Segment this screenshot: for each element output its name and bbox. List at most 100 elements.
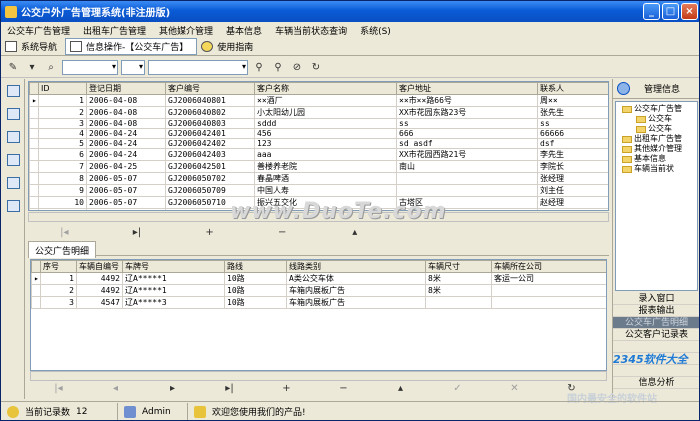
nav-button[interactable]: −	[246, 227, 319, 238]
row-indicator	[29, 128, 39, 139]
dropdown-arrow-icon[interactable]: ▾	[24, 60, 40, 75]
panel-button[interactable]: 报表输出	[613, 305, 699, 317]
table-row[interactable]: 6 2006-04-24 GJ2006042403 aaa XX市花园西路21号 李先生	[29, 148, 608, 161]
column-header[interactable]: ID	[38, 82, 87, 95]
panel-button[interactable]: 录入窗口	[613, 293, 699, 305]
scissors-icon[interactable]	[7, 108, 20, 120]
table-row[interactable]: 9 2006-05-07 GJ2006050709 中国人寿 刘主任	[29, 184, 608, 197]
menu-bus-ads[interactable]: 公交车广告管理	[1, 22, 77, 37]
ad-detail-grid[interactable]: 序号 车辆自编号 车牌号 路线 线路类别 车辆尺寸 车辆所在公司 ▸ 1 4492 辽A*****…	[30, 259, 607, 371]
tree-item-label: 公交车	[648, 124, 672, 133]
tree-item-label: 其他媒介管理	[634, 144, 682, 153]
nav-button[interactable]: |◂	[28, 227, 101, 238]
excel-icon[interactable]	[7, 177, 20, 189]
field-select[interactable]	[62, 59, 118, 75]
management-tree[interactable]: 公交车广告管 公交车 公交车 出租车广告管 其他媒介管理 基本信息 车辆当前状	[615, 101, 698, 291]
menu-vehicle-status[interactable]: 车辆当前状态查询	[269, 22, 354, 37]
find-next-icon[interactable]: ⚲	[270, 60, 286, 75]
tree-item[interactable]: 车辆当前状	[618, 164, 695, 174]
menu-system[interactable]: 系统(S)	[354, 22, 398, 37]
column-header[interactable]: 联系人	[537, 82, 608, 95]
nav-button[interactable]: ◂	[87, 383, 144, 394]
maximize-button[interactable]: □	[662, 3, 679, 20]
column-header[interactable]: 序号	[40, 260, 77, 273]
document-icon[interactable]	[7, 131, 20, 143]
table-row[interactable]: 2 4492 辽A*****1 10路 车箱内展板广告 8米	[31, 284, 606, 297]
tree-item[interactable]: 公交车	[618, 114, 695, 124]
column-header[interactable]: 客户地址	[396, 82, 538, 95]
tree-item[interactable]: 其他媒介管理	[618, 144, 695, 154]
tab-bus-ad-detail[interactable]: 公交广告明细	[28, 241, 97, 258]
column-header[interactable]: 客户编号	[165, 82, 255, 95]
nav-icon	[5, 40, 17, 52]
table-row[interactable]: ▸ 1 4492 辽A*****1 10路 A类公交车体 8米 客运一公司	[31, 272, 606, 285]
nav-button[interactable]: |◂	[30, 383, 87, 394]
tree-item[interactable]: 公交车广告管	[618, 104, 695, 114]
menu-basic-info[interactable]: 基本信息	[220, 22, 269, 37]
tab-system-nav[interactable]: 系统导航	[1, 38, 65, 55]
nav-button[interactable]: ▸|	[101, 227, 174, 238]
table-row[interactable]: 3 2006-04-08 GJ2006040803 sddd ss ss	[29, 118, 608, 129]
back-icon[interactable]	[617, 82, 630, 95]
nav-button[interactable]: ▸	[144, 383, 201, 394]
column-header[interactable]: 车辆自编号	[76, 260, 123, 273]
column-header[interactable]: 车牌号	[122, 260, 225, 273]
table-row[interactable]: 3 4547 辽A*****3 10路 车箱内展板广告	[31, 296, 606, 309]
table-cell: 4492	[76, 284, 123, 297]
table-row[interactable]: ▸ 1 2006-04-08 GJ2006040801 ××酒厂 ××市××路66号 周××	[29, 94, 608, 107]
column-header[interactable]: 路线	[224, 260, 287, 273]
tab-info-operation[interactable]: 信息操作-【公交车广告】	[65, 37, 198, 55]
find-icon[interactable]: ⚲	[251, 60, 267, 75]
value-select[interactable]	[148, 59, 248, 75]
column-header[interactable]: 车辆尺寸	[425, 260, 492, 273]
user-icon	[124, 405, 136, 418]
pencil-icon[interactable]: ✎	[5, 60, 21, 75]
nav-button[interactable]: +	[258, 383, 315, 394]
table-row[interactable]: 7 2006-04-25 GJ2006042501 善楼养老院 南山 李院长	[29, 160, 608, 173]
tree-item[interactable]: 公交车	[618, 124, 695, 134]
operator-select[interactable]	[121, 59, 145, 75]
table-cell: 中国人寿	[254, 184, 397, 197]
nav-button[interactable]: ▴	[319, 227, 392, 238]
table-cell: 8	[38, 172, 87, 185]
nav-button[interactable]: ▴	[372, 383, 429, 394]
table-row[interactable]: 4 2006-04-24 GJ2006042401 456 666 66666	[29, 128, 608, 139]
panel-button[interactable]: 信息分析	[613, 377, 699, 389]
column-header[interactable]: 登记日期	[86, 82, 166, 95]
nav-button[interactable]: ✓	[429, 383, 486, 394]
customer-grid[interactable]: ID 登记日期 客户编号 客户名称 客户地址 联系人 ▸ 1 2006-04-08 GJ2006…	[28, 81, 609, 211]
menu-taxi-ads[interactable]: 出租车广告管理	[77, 22, 153, 37]
table-row[interactable]: 5 2006-04-24 GJ2006042402 123 sd asdf dsf	[29, 138, 608, 149]
filter-icon[interactable]: ⌕	[43, 60, 59, 75]
panel-button[interactable]: 公交车广告明细	[613, 317, 699, 329]
clear-filter-icon[interactable]: ⊘	[289, 60, 305, 75]
column-header[interactable]: 车辆所在公司	[491, 260, 606, 273]
table-cell	[396, 172, 538, 185]
nav-button[interactable]: −	[315, 383, 372, 394]
close-button[interactable]: ×	[681, 3, 698, 20]
detail-grid-hscroll[interactable]	[30, 371, 607, 381]
nav-button[interactable]: ▸|	[201, 383, 258, 394]
trash-icon[interactable]	[7, 200, 20, 212]
table-cell: 小太阳幼儿园	[254, 106, 397, 119]
table-cell: 11	[38, 208, 87, 210]
table-row[interactable]: 8 2006-05-07 GJ2006050702 春晶啤酒 张经理	[29, 172, 608, 185]
table-cell: 10	[38, 196, 87, 209]
panel-button[interactable]: 公交客户记录表	[613, 329, 699, 341]
page-icon[interactable]	[7, 154, 20, 166]
tree-item[interactable]: 出租车广告管	[618, 134, 695, 144]
column-header[interactable]: 客户名称	[254, 82, 397, 95]
tree-item[interactable]: 基本信息	[618, 154, 695, 164]
table-row[interactable]: 2 2006-04-08 GJ2006040802 小太阳幼儿园 XX市花园东路23号张…	[29, 106, 608, 119]
app-window: 公交户外广告管理系统(非注册版) _ □ × 公交车广告管理 出租车广告管理 其…	[0, 0, 700, 421]
row-indicator	[31, 284, 41, 297]
nav-button[interactable]: ✕	[486, 383, 543, 394]
tab-user-guide[interactable]: 使用指南	[197, 38, 261, 55]
menu-other-media[interactable]: 其他媒介管理	[153, 22, 220, 37]
minimize-button[interactable]: _	[643, 3, 660, 20]
window-icon[interactable]	[7, 85, 20, 97]
column-header[interactable]: 线路类别	[286, 260, 426, 273]
nav-button[interactable]: +	[173, 227, 246, 238]
table-cell: 2006-04-08	[86, 106, 166, 119]
refresh-icon[interactable]: ↻	[308, 60, 324, 75]
